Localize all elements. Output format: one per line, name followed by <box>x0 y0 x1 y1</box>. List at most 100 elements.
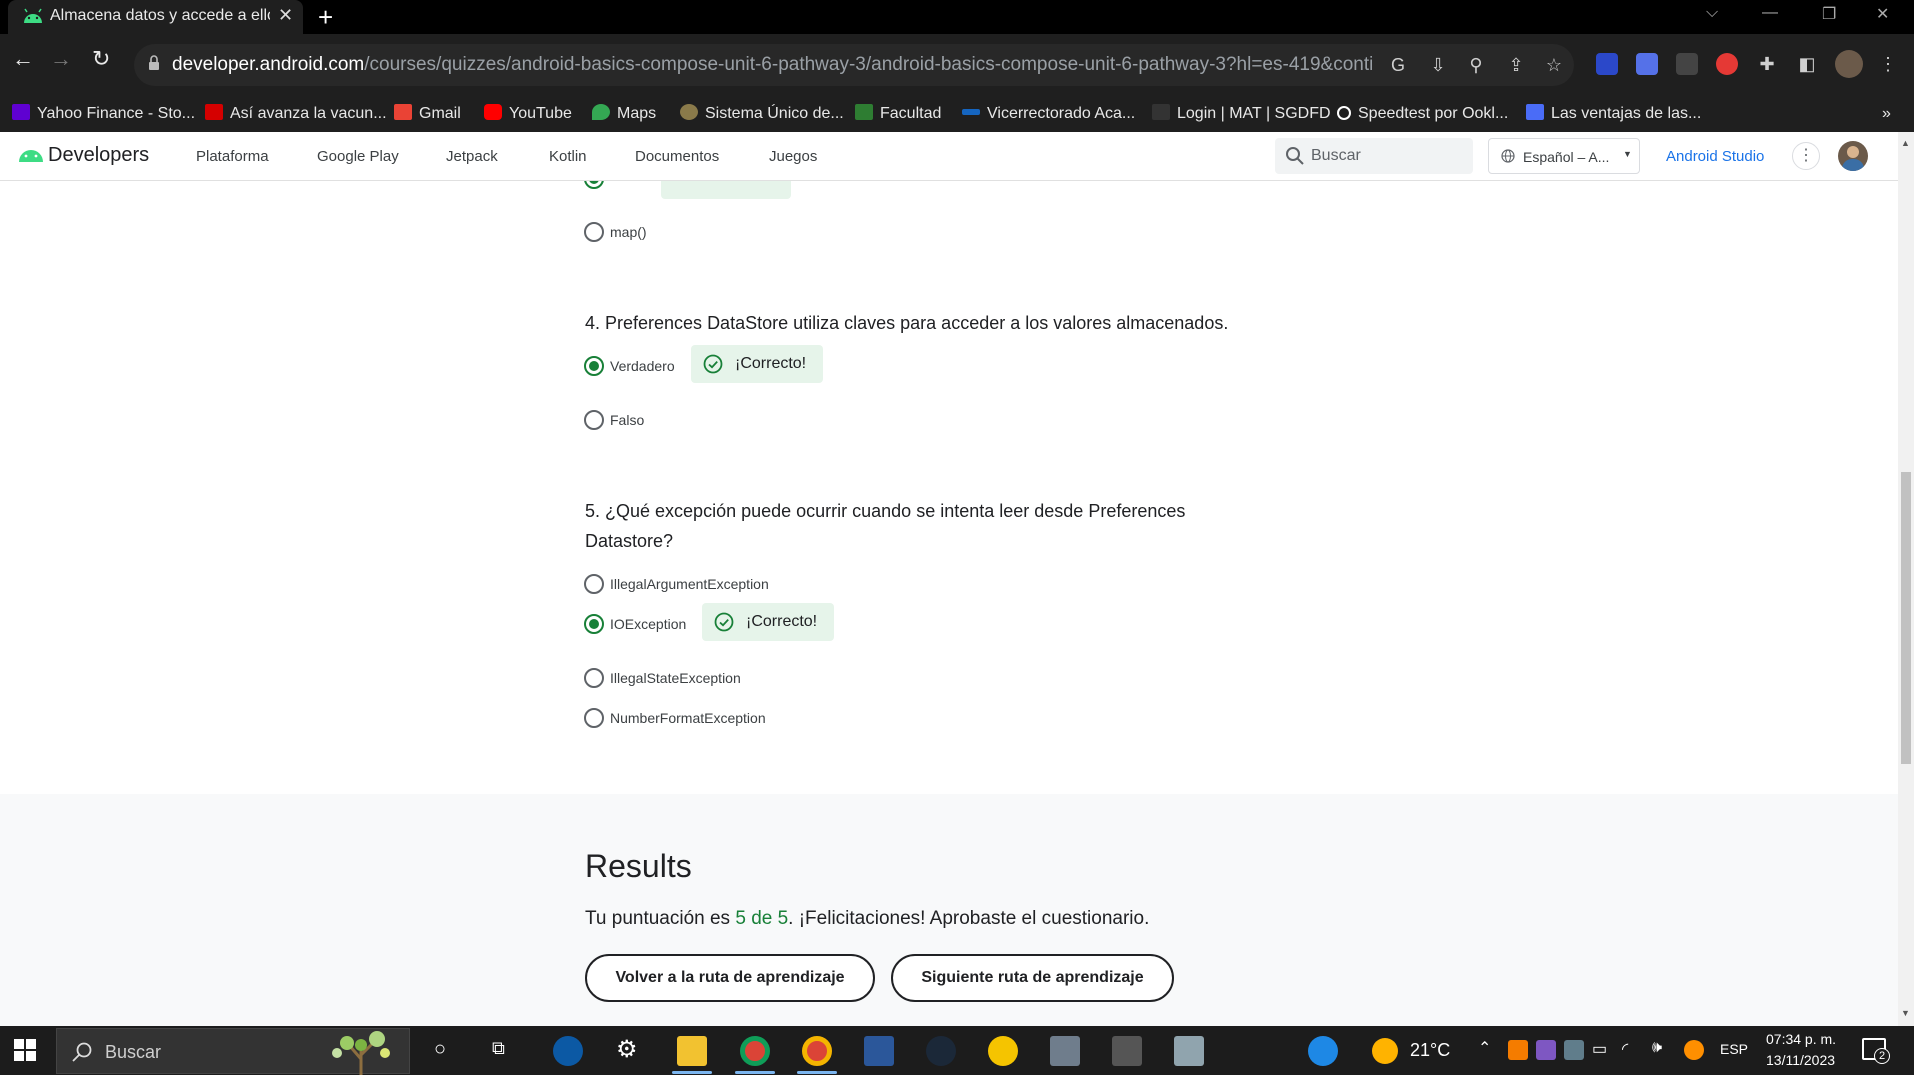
developers-logo[interactable]: Developers <box>18 144 149 170</box>
browser-toolbar: ← → ↻ developer.android.com/courses/quiz… <box>0 34 1914 96</box>
bookmark-star-icon[interactable]: ☆ <box>1542 53 1566 77</box>
bookmark-item[interactable]: Vicerrectorado Aca... <box>962 101 1135 127</box>
address-bar[interactable]: developer.android.com/courses/quizzes/an… <box>134 44 1574 86</box>
maps-icon <box>592 104 610 120</box>
nav-google-play[interactable]: Google Play <box>317 148 399 165</box>
bookmark-item[interactable]: YouTube <box>484 101 572 127</box>
nav-plataforma[interactable]: Plataforma <box>196 148 269 165</box>
question-4-title: 4. Preferences DataStore utiliza claves … <box>585 313 1229 333</box>
restore-button[interactable]: ❐ <box>1822 4 1836 24</box>
minimize-button[interactable]: — <box>1762 4 1778 22</box>
tray-app-1-icon[interactable] <box>1508 1040 1528 1060</box>
globe-icon <box>1501 149 1515 163</box>
chrome-menu-icon[interactable]: ⋮ <box>1876 52 1900 76</box>
bookmark-item[interactable]: Login | MAT | SGDFD <box>1152 101 1331 127</box>
close-tab-icon[interactable]: ✕ <box>278 5 293 26</box>
bookmark-item[interactable]: Las ventajas de las... <box>1526 101 1701 127</box>
avatar[interactable] <box>1838 141 1868 171</box>
battery-icon[interactable]: ▭ <box>1592 1039 1607 1059</box>
extensions-puzzle-icon[interactable]: ✚ <box>1755 52 1779 76</box>
zoom-icon[interactable]: ⚲ <box>1464 53 1488 77</box>
results-section: Results Tu puntuación es 5 de 5. ¡Felici… <box>0 794 1898 1026</box>
word-icon[interactable] <box>864 1036 894 1066</box>
steam-icon[interactable] <box>926 1036 956 1066</box>
extension-1-icon[interactable] <box>1596 53 1618 75</box>
extension-4-icon[interactable] <box>1716 53 1738 75</box>
tray-app-4-icon[interactable] <box>1684 1040 1704 1060</box>
task-view-icon[interactable]: ⧉ <box>492 1038 505 1059</box>
next-pathway-button[interactable]: Siguiente ruta de aprendizaje <box>891 954 1174 1002</box>
google-lens-icon[interactable]: G <box>1386 53 1410 77</box>
close-window-button[interactable]: ✕ <box>1876 4 1889 24</box>
bookmark-item[interactable]: Así avanza la vacun... <box>205 101 387 127</box>
settings-gear-icon[interactable]: ⚙ <box>616 1035 638 1064</box>
scroll-up-icon[interactable]: ▲ <box>1901 138 1910 148</box>
language-indicator[interactable]: ESP <box>1720 1041 1748 1057</box>
bookmark-item[interactable]: Gmail <box>394 101 461 127</box>
tray-app-2-icon[interactable] <box>1536 1040 1556 1060</box>
bookmark-item[interactable]: Yahoo Finance - Sto... <box>12 101 195 127</box>
chevron-up-icon[interactable]: ⌃ <box>1478 1038 1491 1058</box>
bookmark-item[interactable]: Maps <box>592 101 656 127</box>
profile-avatar[interactable] <box>1835 50 1863 78</box>
radio-q4-verdadero[interactable] <box>584 356 604 376</box>
app-remote-icon[interactable] <box>1174 1036 1204 1066</box>
radio-q5-ioexception[interactable] <box>584 614 604 634</box>
volume-icon[interactable]: 🕪 <box>1652 1039 1662 1057</box>
cortana-icon[interactable]: ○ <box>434 1038 446 1061</box>
file-explorer-icon[interactable] <box>677 1036 707 1066</box>
radio-q5-illegalargument[interactable] <box>584 574 604 594</box>
notifications-icon[interactable]: 2 <box>1862 1038 1890 1064</box>
page-scrollbar[interactable]: ▲ ▼ <box>1898 132 1914 1026</box>
nav-juegos[interactable]: Juegos <box>769 148 817 165</box>
seal-icon <box>680 104 698 120</box>
taskbar-search-input[interactable]: Buscar <box>56 1028 410 1075</box>
clock-date[interactable]: 13/11/2023 <box>1766 1052 1835 1068</box>
nav-jetpack[interactable]: Jetpack <box>446 148 498 165</box>
language-select[interactable]: Español – A... ▼ <box>1488 138 1640 174</box>
windows-start-icon[interactable] <box>14 1039 36 1061</box>
chrome-icon[interactable] <box>740 1036 770 1066</box>
new-tab-button[interactable]: + <box>318 2 333 33</box>
extension-2-icon[interactable] <box>1636 53 1658 75</box>
bookmark-item[interactable]: Speedtest por Ookl... <box>1337 101 1508 127</box>
reload-icon[interactable]: ↻ <box>92 46 110 72</box>
more-vert-icon[interactable]: ⋮ <box>1792 142 1820 170</box>
nav-kotlin[interactable]: Kotlin <box>549 148 587 165</box>
forward-arrow-icon[interactable]: → <box>50 46 72 72</box>
app-window-icon[interactable] <box>1112 1036 1142 1066</box>
browser-tab-active[interactable]: Almacena datos y accede a ellos ✕ <box>8 0 303 34</box>
radio-q3-selected[interactable] <box>584 181 604 189</box>
help-icon[interactable] <box>1308 1036 1338 1066</box>
nav-documentos[interactable]: Documentos <box>635 148 719 165</box>
side-panel-icon[interactable]: ◧ <box>1795 52 1819 76</box>
bookmark-item[interactable]: Facultad <box>855 101 941 127</box>
share-icon[interactable]: ⇪ <box>1504 53 1528 77</box>
radio-q5-illegalstate[interactable] <box>584 668 604 688</box>
calculator-icon[interactable] <box>1050 1036 1080 1066</box>
edge-icon[interactable] <box>553 1036 583 1066</box>
android-studio-link[interactable]: Android Studio <box>1666 148 1764 165</box>
tab-search-chevron-icon[interactable]: ⌵ <box>1706 4 1718 22</box>
more-bookmarks-icon[interactable]: » <box>1882 101 1891 127</box>
wifi-icon[interactable]: ◜ <box>1622 1039 1628 1059</box>
weather-icon[interactable] <box>1372 1038 1398 1064</box>
back-to-pathway-button[interactable]: Volver a la ruta de aprendizaje <box>585 954 875 1002</box>
bookmark-item[interactable]: Sistema Único de... <box>680 101 844 127</box>
clock-time[interactable]: 07:34 p. m. <box>1766 1031 1836 1047</box>
app-triangle-icon[interactable] <box>988 1036 1018 1066</box>
option-label: Verdadero <box>610 358 675 374</box>
radio-q5-numberformat[interactable] <box>584 708 604 728</box>
site-search-input[interactable]: Buscar <box>1275 138 1473 174</box>
lr-icon <box>205 104 223 120</box>
weather-temp[interactable]: 21°C <box>1410 1040 1450 1061</box>
radio-q3-map[interactable] <box>584 222 604 242</box>
extension-3-icon[interactable] <box>1676 53 1698 75</box>
install-app-icon[interactable]: ⇩ <box>1426 53 1450 77</box>
radio-q4-falso[interactable] <box>584 410 604 430</box>
tray-app-3-icon[interactable] <box>1564 1040 1584 1060</box>
back-arrow-icon[interactable]: ← <box>12 46 34 72</box>
chrome-profile-icon[interactable] <box>802 1036 832 1066</box>
scrollbar-thumb[interactable] <box>1901 472 1911 764</box>
scroll-down-icon[interactable]: ▼ <box>1901 1008 1910 1018</box>
